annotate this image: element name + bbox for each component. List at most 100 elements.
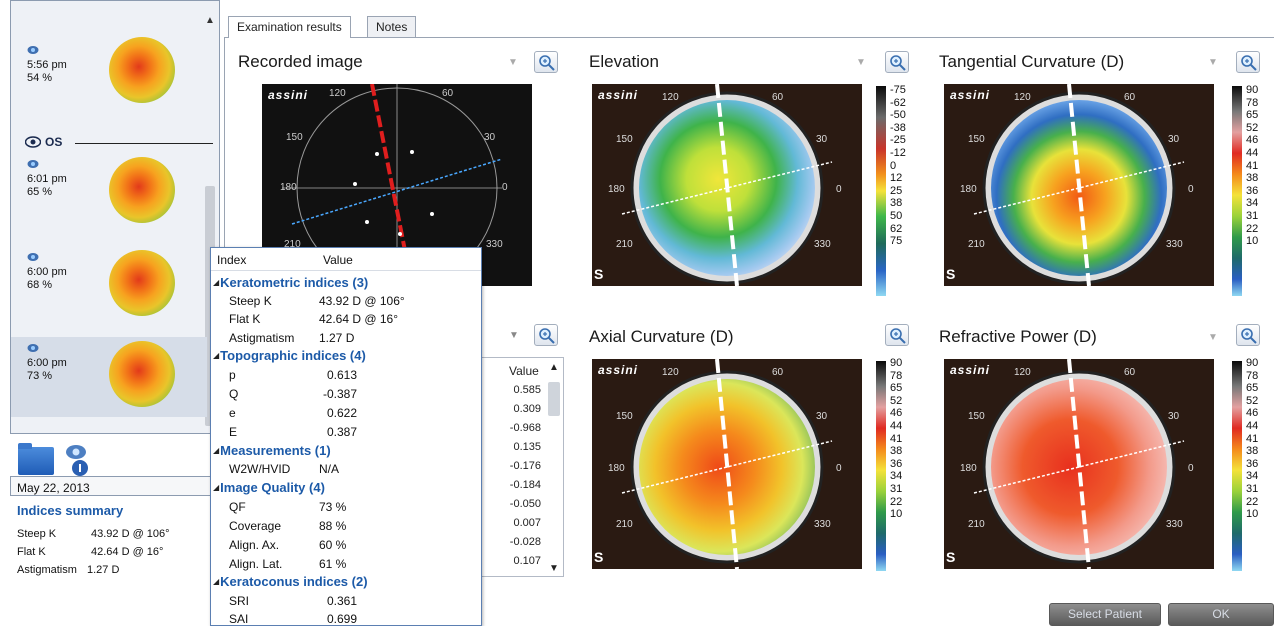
summary-row: Astigmatism 1.27 D [17,564,119,576]
scan-quality: 65 % [27,186,53,198]
summary-row: Flat K 42.64 D @ 16° [17,546,163,558]
summary-label: Flat K [17,546,46,558]
zoom-icon [890,55,906,71]
angle-label: 330 [814,239,831,250]
elevation-colorbar [876,86,886,296]
scale-tick: 62 [890,222,903,235]
group-image-quality[interactable]: Image Quality (4) [213,480,325,495]
angle-label: 180 [960,463,977,474]
scale-tick: 36 [1246,184,1259,197]
tangential-map: assini S 120 60 150 30 180 0 210 330 [944,84,1214,286]
scale-tick: 41 [1246,159,1259,172]
scale-tick: 36 [1246,457,1259,470]
refractive-dropdown-arrow[interactable]: ▼ [1208,332,1218,343]
zoom-button-tangential[interactable] [1236,51,1260,73]
group-keratoconus[interactable]: Keratoconus indices (2) [213,574,367,589]
summary-label: Astigmatism [17,564,77,576]
tab-examination-results[interactable]: Examination results [228,16,351,38]
scan-thumbnail [109,37,175,103]
scroll-down-arrow[interactable]: ▼ [549,563,559,574]
panel-title-recorded: Recorded image [238,52,363,71]
scale-tick: 38 [1246,172,1259,185]
index-label: Align. Lat. [229,557,283,571]
scan-quality: 73 % [27,370,53,382]
tangential-dropdown-arrow[interactable]: ▼ [1208,57,1218,68]
axial-colorbar [876,361,886,571]
value-list-scrollbar[interactable]: ▲ ▼ [547,362,561,574]
angle-label: 150 [968,411,985,422]
list-value: -0.028 [509,536,541,548]
eye-icon [25,136,41,148]
scan-item-1[interactable]: 5:56 pm 54 % [11,37,207,119]
group-topographic[interactable]: Topographic indices (4) [213,348,366,363]
summary-row: Steep K 43.92 D @ 106° [17,528,170,540]
index-label: SAI [229,612,249,626]
brand-label: assini [598,363,639,377]
indices-value-list[interactable]: Value 0.585 0.309 -0.968 0.135 -0.176 -0… [478,357,564,577]
group-keratometric[interactable]: Keratometric indices (3) [213,275,368,290]
scale-tick: -38 [890,121,906,134]
scale-tick: 65 [1246,109,1259,122]
scale-tick: 34 [1246,197,1259,210]
angle-label: 180 [608,463,625,474]
tangential-colorbar [1232,86,1242,296]
scroll-up-arrow[interactable]: ▲ [203,15,217,29]
zoom-button-refractive[interactable] [1236,324,1260,346]
index-value: 0.622 [327,406,358,420]
zoom-button-recorded[interactable] [534,51,558,73]
index-value: 73 % [319,500,347,514]
summary-value: 1.27 D [87,564,120,576]
tab-notes[interactable]: Notes [367,16,417,37]
scan-thumbnail [109,157,175,223]
list-value: -0.050 [509,498,541,510]
tangential-surface [973,84,1185,286]
angle-label: 0 [1188,184,1194,195]
index-label: Q [229,387,239,401]
scale-tick: 41 [1246,432,1259,445]
zoom-icon [890,328,906,344]
scan-time: 6:01 pm [27,173,67,185]
col-header-value: Value [323,253,353,267]
zoom-button-axial[interactable] [885,324,909,346]
scan-list[interactable]: ▲ 5:56 pm 54 % OS 6:01 pm 65 % 6:00 pm 6… [10,0,220,434]
folder-icon[interactable] [18,443,54,475]
group-measurements[interactable]: Measurements (1) [213,443,331,458]
indices-dropdown-arrow[interactable]: ▼ [509,330,519,341]
scan-item-4[interactable]: 6:00 pm 73 % [11,337,207,417]
scale-tick: 10 [1246,235,1259,248]
indices-popup[interactable]: Index Value Keratometric indices (3) Ste… [210,247,482,626]
elevation-scale: -75 -62 -50 -38 -25 -12 0 12 25 38 50 62 75 [890,84,906,248]
angle-label: 180 [608,184,625,195]
select-patient-button[interactable]: Select Patient [1049,603,1161,626]
angle-label: 30 [816,134,828,145]
eye-group-os: OS [21,135,213,151]
scale-tick: 31 [1246,209,1259,222]
zoom-button-elevation[interactable] [885,51,909,73]
scale-tick: 46 [890,407,903,420]
scan-item-3[interactable]: 6:00 pm 68 % [11,246,207,326]
index-value: -0.387 [323,387,358,401]
scale-tick: 34 [890,470,903,483]
scale-tick: 75 [890,235,903,248]
scale-tick: -12 [890,146,906,159]
eye-icon [27,253,39,261]
angle-label: 30 [1168,411,1180,422]
ok-button[interactable]: OK [1168,603,1274,626]
zoom-button-indices[interactable] [534,324,558,346]
angle-label: 150 [286,132,303,143]
scan-item-2[interactable]: 6:01 pm 65 % [11,153,207,233]
angle-label: 60 [1124,92,1136,103]
indices-summary-title: Indices summary [17,503,124,518]
refractive-surface [973,359,1185,569]
angle-label: 0 [836,463,842,474]
brand-label: assini [950,88,991,102]
angle-label: 120 [1014,92,1031,103]
scroll-up-arrow[interactable]: ▲ [549,362,559,373]
eye-info-icon[interactable] [64,442,94,478]
index-value: N/A [319,462,340,476]
elevation-dropdown-arrow[interactable]: ▼ [856,57,866,68]
divider [75,143,213,144]
index-label: Astigmatism [229,331,295,345]
recorded-dropdown-arrow[interactable]: ▼ [508,57,518,68]
scroll-thumb[interactable] [548,382,560,416]
